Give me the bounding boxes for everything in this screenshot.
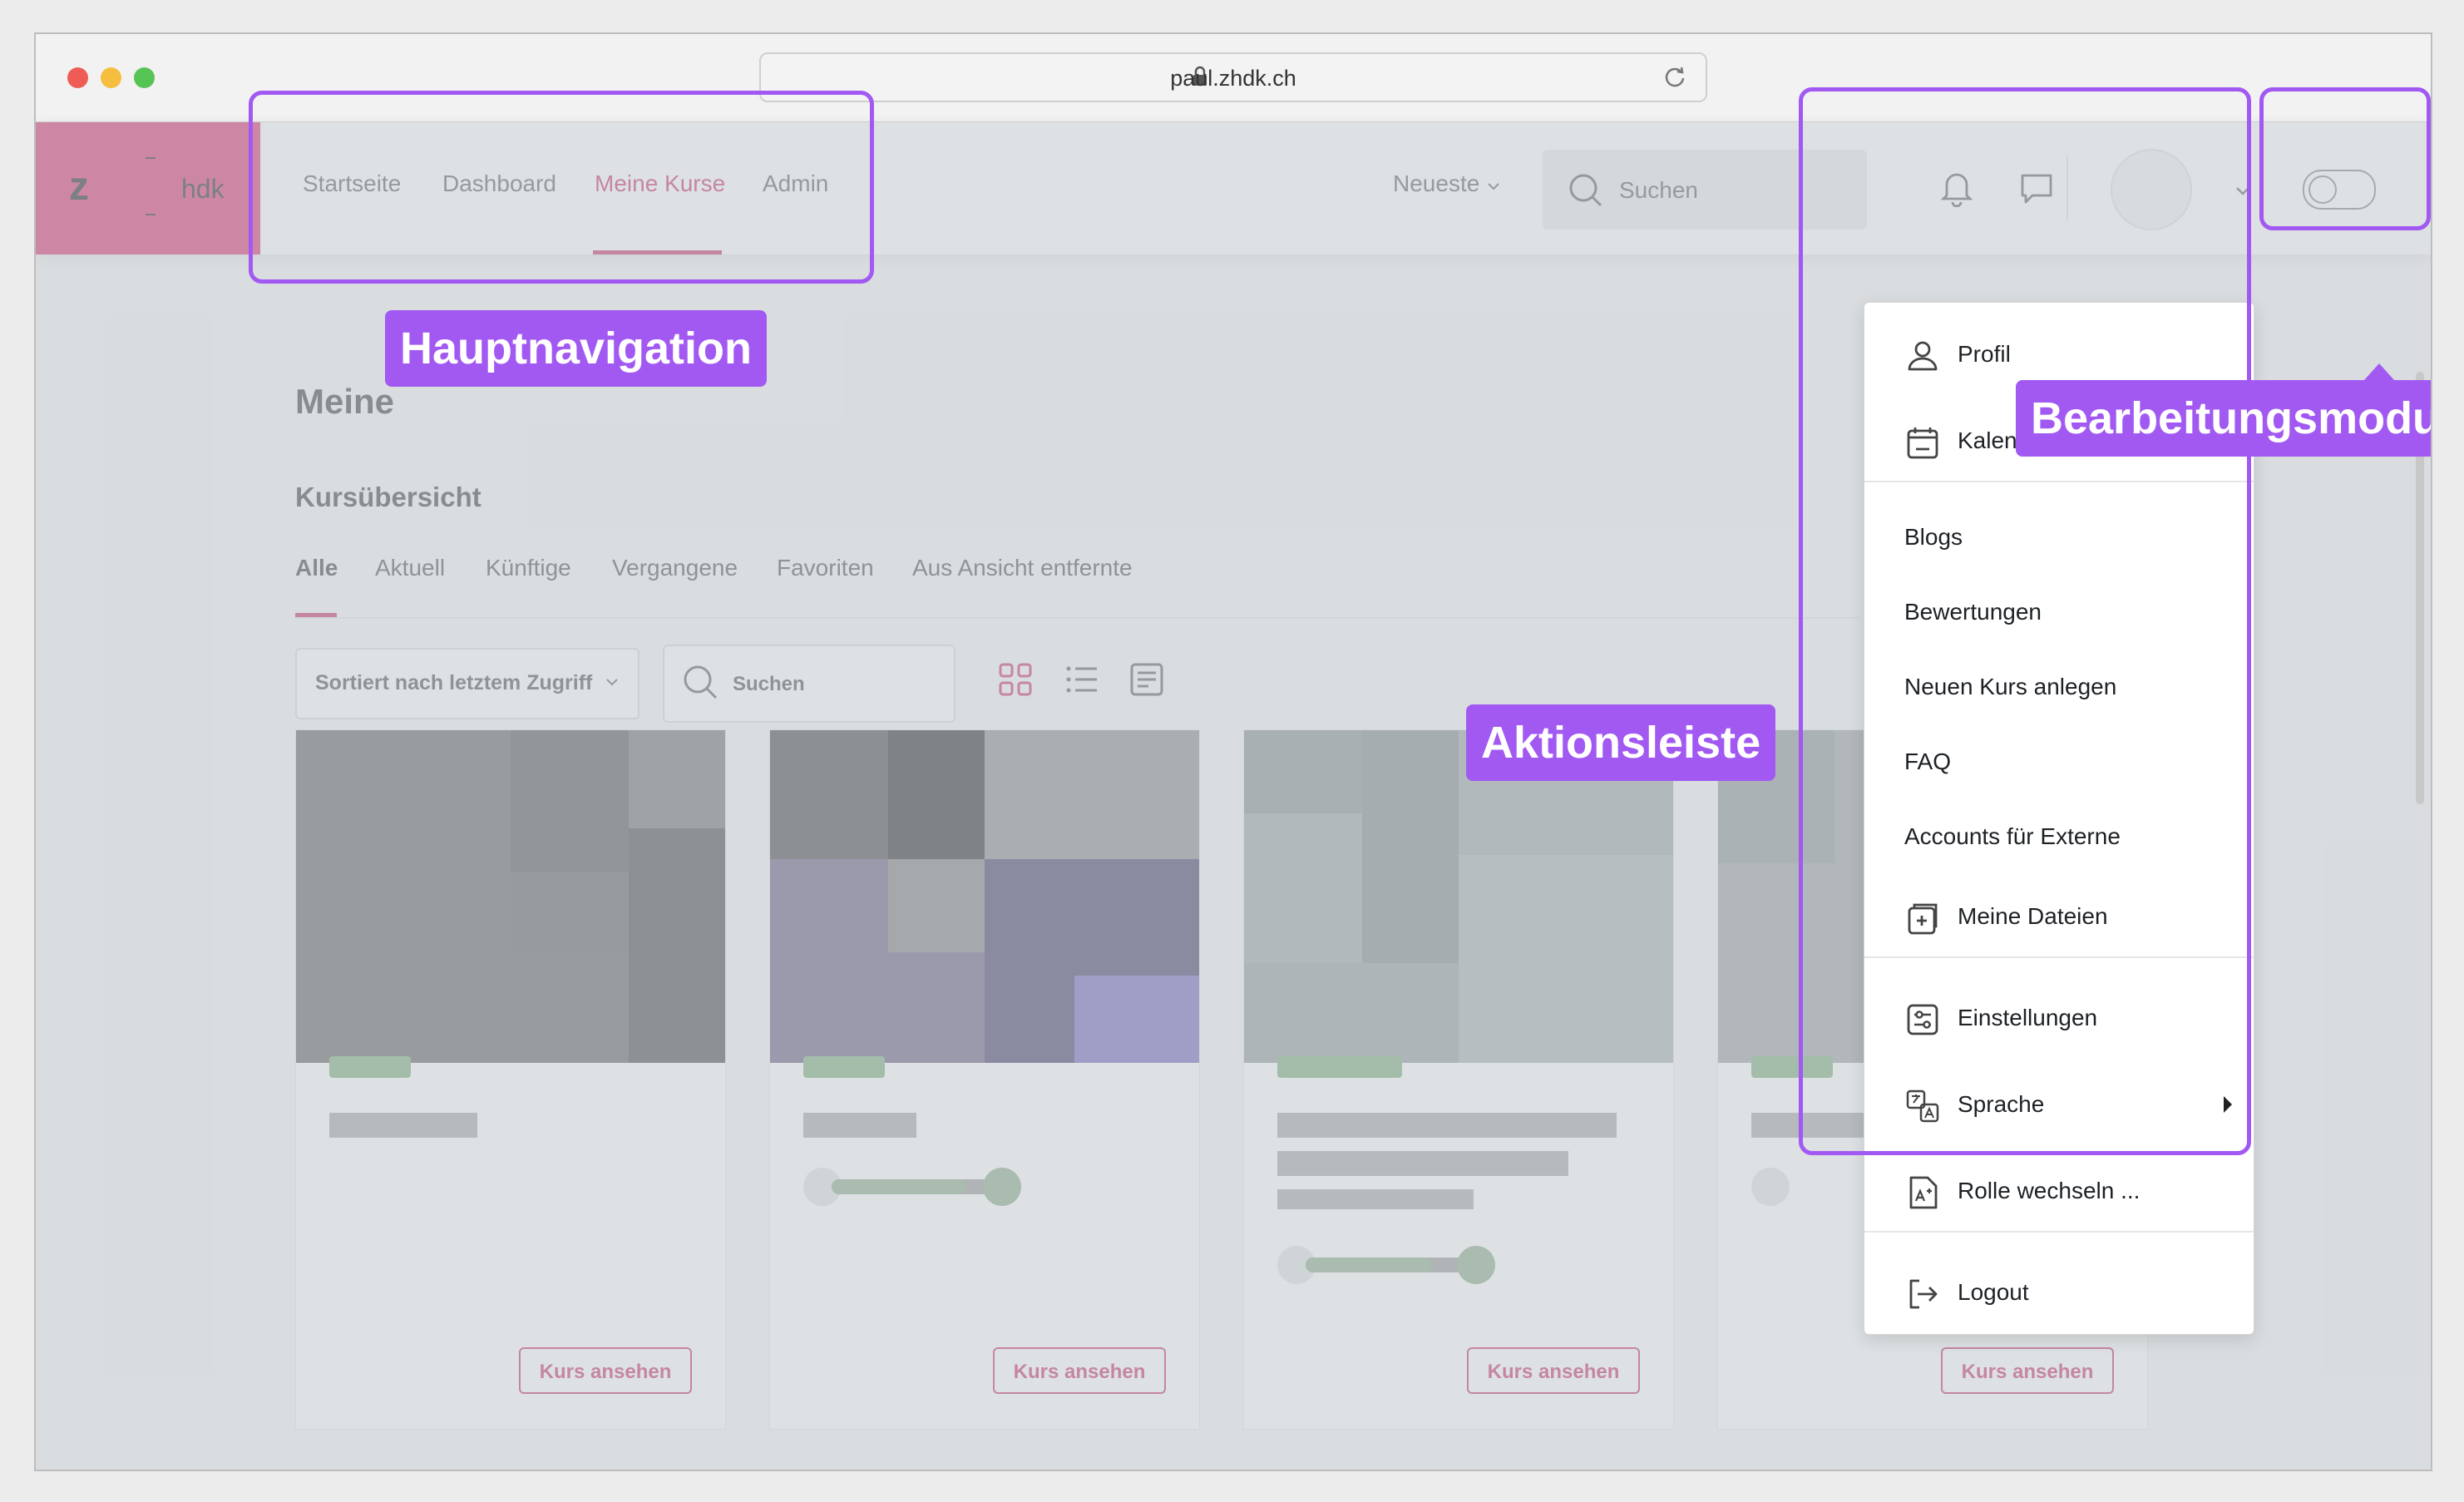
progress-bar (832, 1179, 990, 1194)
page-title: Meine (295, 382, 395, 421)
course-name-placeholder (803, 1113, 916, 1138)
course-card[interactable]: Kurs ansehen (1243, 729, 1674, 1430)
logo-mark (146, 157, 156, 159)
course-name-placeholder (1277, 1189, 1474, 1209)
list-view-icon[interactable] (1064, 661, 1100, 702)
main-nav-callout: Hauptnavigation (385, 310, 768, 387)
course-search-input[interactable]: Suchen (663, 645, 955, 723)
progress-fill (1306, 1257, 1432, 1272)
tab-aus-ansicht-entfernte[interactable]: Aus Ansicht entfernte (912, 555, 1133, 581)
progress-handle (983, 1168, 1021, 1206)
edit-mode-highlight (2259, 87, 2431, 230)
url-text: paul.zhdk.ch (1170, 66, 1296, 91)
window-minimize-button[interactable] (101, 67, 121, 88)
search-icon (1569, 174, 1602, 207)
course-search-placeholder: Suchen (733, 673, 805, 695)
course-category-tag (1277, 1056, 1402, 1078)
course-name-placeholder (1277, 1151, 1568, 1176)
chevron-down-icon (1488, 183, 1499, 190)
view-course-button[interactable]: Kurs ansehen (993, 1347, 1166, 1394)
progress-handle (1457, 1246, 1495, 1284)
browser-window: paul.zhdk.ch z hdk Startseite Dashboard … (34, 32, 2432, 1471)
logo-letter: z (69, 165, 89, 209)
course-category-tag (803, 1056, 885, 1078)
sort-dropdown[interactable]: Neueste (1393, 170, 1501, 197)
course-name-placeholder (329, 1113, 477, 1138)
tab-aktuell[interactable]: Aktuell (375, 555, 445, 581)
card-view-icon[interactable] (997, 661, 1034, 702)
course-sort-select[interactable]: Sortiert nach letztem Zugriff (295, 648, 639, 719)
course-image (770, 730, 1199, 1063)
address-bar[interactable]: paul.zhdk.ch (759, 52, 1707, 102)
view-course-button[interactable]: Kurs ansehen (1941, 1347, 2114, 1394)
action-bar-callout: Aktionsleiste (1466, 704, 1776, 781)
tab-alle[interactable]: Alle (295, 555, 338, 581)
tab-divider (295, 617, 1859, 619)
action-bar-highlight (1799, 87, 2251, 1155)
menu-item-label: Rolle wechseln ... (1958, 1178, 2141, 1203)
course-sort-value: Sortiert nach letztem Zugriff (315, 671, 593, 694)
window-close-button[interactable] (67, 67, 88, 88)
summary-view-icon[interactable] (1128, 661, 1165, 702)
progress-bar (1306, 1257, 1464, 1272)
course-card[interactable]: Kurs ansehen (769, 729, 1200, 1430)
edit-mode-callout: Bearbeitungsmodus (2016, 380, 2431, 457)
course-name-placeholder (1277, 1113, 1617, 1138)
chevron-down-icon (606, 679, 618, 686)
progress-start (1751, 1168, 1790, 1206)
view-course-button[interactable]: Kurs ansehen (519, 1347, 692, 1394)
course-category-tag (329, 1056, 411, 1078)
sort-label: Neueste (1393, 170, 1480, 196)
menu-item-rolle-wechseln[interactable]: Rolle wechseln ... (1864, 1166, 2254, 1216)
logo-mark (146, 214, 156, 215)
course-card[interactable]: Kurs ansehen (295, 729, 726, 1430)
view-course-button[interactable]: Kurs ansehen (1467, 1347, 1640, 1394)
tab-kuenftige[interactable]: Künftige (486, 555, 571, 581)
menu-item-logout[interactable]: Logout (1864, 1267, 2254, 1317)
main-nav-highlight (249, 91, 874, 284)
edit-mode-callout-arrow (2364, 363, 2394, 380)
progress-fill (832, 1179, 966, 1194)
zhdk-logo[interactable]: z hdk (36, 122, 260, 254)
window-zoom-button[interactable] (134, 67, 155, 88)
tab-vergangene[interactable]: Vergangene (612, 555, 738, 581)
search-icon (684, 665, 718, 699)
logo-text: hdk (181, 174, 225, 204)
logout-icon (1909, 1279, 1938, 1309)
page-content: z hdk Startseite Dashboard Meine Kurse A… (36, 87, 2431, 1470)
course-image (296, 730, 725, 1063)
menu-divider (1864, 1231, 2254, 1233)
global-search-label: Suchen (1619, 177, 1698, 203)
tab-favoriten[interactable]: Favoriten (777, 555, 874, 581)
menu-item-label: Logout (1958, 1279, 2029, 1305)
section-title: Kursübersicht (295, 482, 481, 512)
reload-icon[interactable] (1663, 65, 1686, 92)
switch-role-icon (1909, 1176, 1938, 1209)
